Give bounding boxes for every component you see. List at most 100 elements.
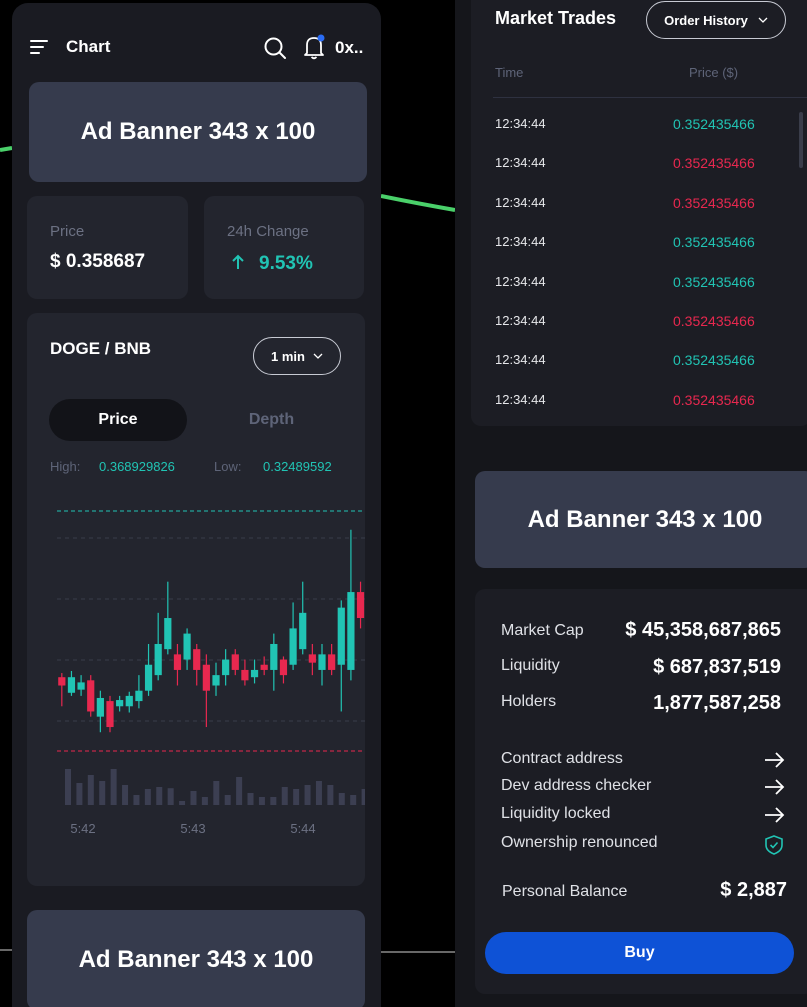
trade-time: 12:34:44 bbox=[495, 352, 546, 368]
tab-depth[interactable]: Depth bbox=[209, 399, 334, 441]
arrow-right-icon[interactable] bbox=[763, 806, 785, 824]
candle-body bbox=[299, 612, 307, 650]
trade-time: 12:34:44 bbox=[495, 273, 546, 289]
interval-dropdown[interactable]: 1 min bbox=[253, 337, 341, 375]
volume-bar bbox=[258, 797, 265, 805]
page-title: Chart bbox=[66, 37, 111, 56]
candle-body bbox=[279, 659, 288, 676]
candle-body bbox=[337, 607, 345, 665]
low-label: Low: bbox=[214, 459, 242, 474]
volume-bar bbox=[350, 795, 357, 805]
high-label: High: bbox=[50, 459, 81, 474]
ad-banner-right[interactable]: Ad Banner 343 x 100 bbox=[475, 471, 807, 568]
trade-price: 0.352435466 bbox=[673, 116, 755, 132]
candle-body bbox=[77, 682, 85, 690]
market-cap-value: $ 45,358,687,865 bbox=[625, 619, 781, 641]
ad-banner-bottom[interactable]: Ad Banner 343 x 100 bbox=[27, 910, 365, 1007]
tab-price[interactable]: Price bbox=[49, 399, 187, 441]
volume-bar bbox=[201, 797, 208, 805]
trade-time: 12:34:44 bbox=[495, 155, 546, 171]
holders-value: 1,877,587,258 bbox=[653, 692, 781, 714]
volume-bar bbox=[293, 789, 300, 805]
volume-bar bbox=[361, 789, 365, 805]
volume-bar bbox=[122, 785, 129, 805]
change-card: 24h Change 9.53% bbox=[204, 196, 364, 299]
search-icon[interactable] bbox=[263, 36, 287, 60]
trade-price: 0.352435466 bbox=[673, 352, 755, 369]
ad-banner-top[interactable]: Ad Banner 343 x 100 bbox=[29, 82, 367, 182]
x-tick-label: 5:43 bbox=[180, 821, 205, 836]
candle-body bbox=[202, 664, 210, 691]
market-trades-card: Market Trades Order History Time Price (… bbox=[471, 0, 807, 426]
volume-bar bbox=[65, 769, 71, 805]
liquidity-label: Liquidity bbox=[501, 657, 560, 674]
price-value: $ 0.358687 bbox=[50, 251, 146, 272]
volume-bar bbox=[236, 777, 243, 805]
wallet-address-button[interactable]: 0x.. bbox=[335, 38, 363, 58]
chart-screen: Chart 0x.. Ad Banner 343 x 100 Price $ 0… bbox=[12, 3, 381, 1007]
candle-body bbox=[173, 654, 182, 670]
trade-price: 0.352435466 bbox=[673, 313, 755, 329]
volume-bar bbox=[76, 783, 83, 805]
x-tick-label: 5:44 bbox=[290, 821, 315, 836]
candle-body bbox=[250, 669, 259, 678]
top-bar: Chart 0x.. bbox=[12, 3, 381, 85]
scrollbar[interactable] bbox=[799, 112, 803, 168]
candle-body bbox=[116, 700, 124, 707]
dev-address-checker-link[interactable]: Dev address checker bbox=[501, 777, 651, 795]
trade-price: 0.352435466 bbox=[673, 155, 755, 172]
trade-time: 12:34:44 bbox=[495, 116, 546, 131]
contract-address-link[interactable]: Contract address bbox=[501, 750, 623, 768]
side-panel: Market Trades Order History Time Price (… bbox=[455, 0, 807, 1007]
volume-bar bbox=[213, 781, 220, 805]
candlestick-chart[interactable]: 5:42 5:43 5:44 bbox=[27, 503, 365, 843]
volume-bar bbox=[327, 785, 334, 805]
shield-check-icon bbox=[765, 835, 783, 855]
chevron-down-icon bbox=[758, 17, 768, 23]
candle-body bbox=[328, 654, 336, 670]
market-trades-title: Market Trades bbox=[495, 8, 617, 28]
trade-price: 0.352435466 bbox=[673, 391, 755, 408]
candle-body bbox=[231, 654, 239, 670]
candle-body bbox=[270, 643, 278, 670]
volume-bar bbox=[87, 775, 94, 805]
trade-time: 12:34:44 bbox=[495, 313, 546, 328]
menu-icon[interactable] bbox=[30, 40, 48, 54]
buy-button[interactable]: Buy bbox=[485, 932, 794, 974]
candle-body bbox=[356, 592, 365, 619]
volume-bar bbox=[224, 795, 231, 805]
liquidity-value: $ 687,837,519 bbox=[653, 656, 781, 678]
notification-bell-icon[interactable] bbox=[302, 34, 326, 60]
volume-bar bbox=[338, 793, 345, 805]
candle-body bbox=[308, 654, 316, 663]
candle-body bbox=[144, 664, 153, 691]
trade-time: 12:34:44 bbox=[495, 194, 546, 210]
volume-bar bbox=[315, 781, 322, 805]
candle-body bbox=[212, 675, 220, 686]
candle-body bbox=[241, 669, 249, 681]
chevron-down-icon bbox=[313, 353, 323, 359]
trade-price: 0.352435466 bbox=[673, 234, 755, 251]
trade-price: 0.352435466 bbox=[673, 194, 755, 211]
candle-body bbox=[87, 680, 95, 712]
volume-bar bbox=[110, 769, 117, 805]
liquidity-locked-link[interactable]: Liquidity locked bbox=[501, 805, 610, 823]
trade-price: 0.352435466 bbox=[673, 273, 755, 290]
candle-body bbox=[289, 628, 297, 665]
arrow-right-icon[interactable] bbox=[763, 778, 785, 796]
trade-time: 12:34:44 bbox=[495, 234, 546, 250]
market-cap-label: Market Cap bbox=[501, 622, 584, 639]
volume-bar bbox=[156, 787, 163, 805]
arrow-right-icon[interactable] bbox=[763, 751, 785, 769]
high-value: 0.368929826 bbox=[99, 459, 175, 474]
column-price: Price ($) bbox=[689, 65, 739, 80]
candle-body bbox=[135, 690, 143, 702]
chart-card: DOGE / BNB 1 min Price Depth High: 0.368… bbox=[27, 313, 365, 886]
x-tick-label: 5:42 bbox=[70, 821, 95, 836]
personal-balance-value: $ 2,887 bbox=[720, 879, 787, 901]
order-history-label: Order History bbox=[664, 12, 748, 28]
volume-bar bbox=[304, 785, 311, 805]
candle-body bbox=[67, 677, 76, 693]
candle-body bbox=[58, 677, 66, 686]
order-history-dropdown[interactable]: Order History bbox=[646, 1, 786, 39]
